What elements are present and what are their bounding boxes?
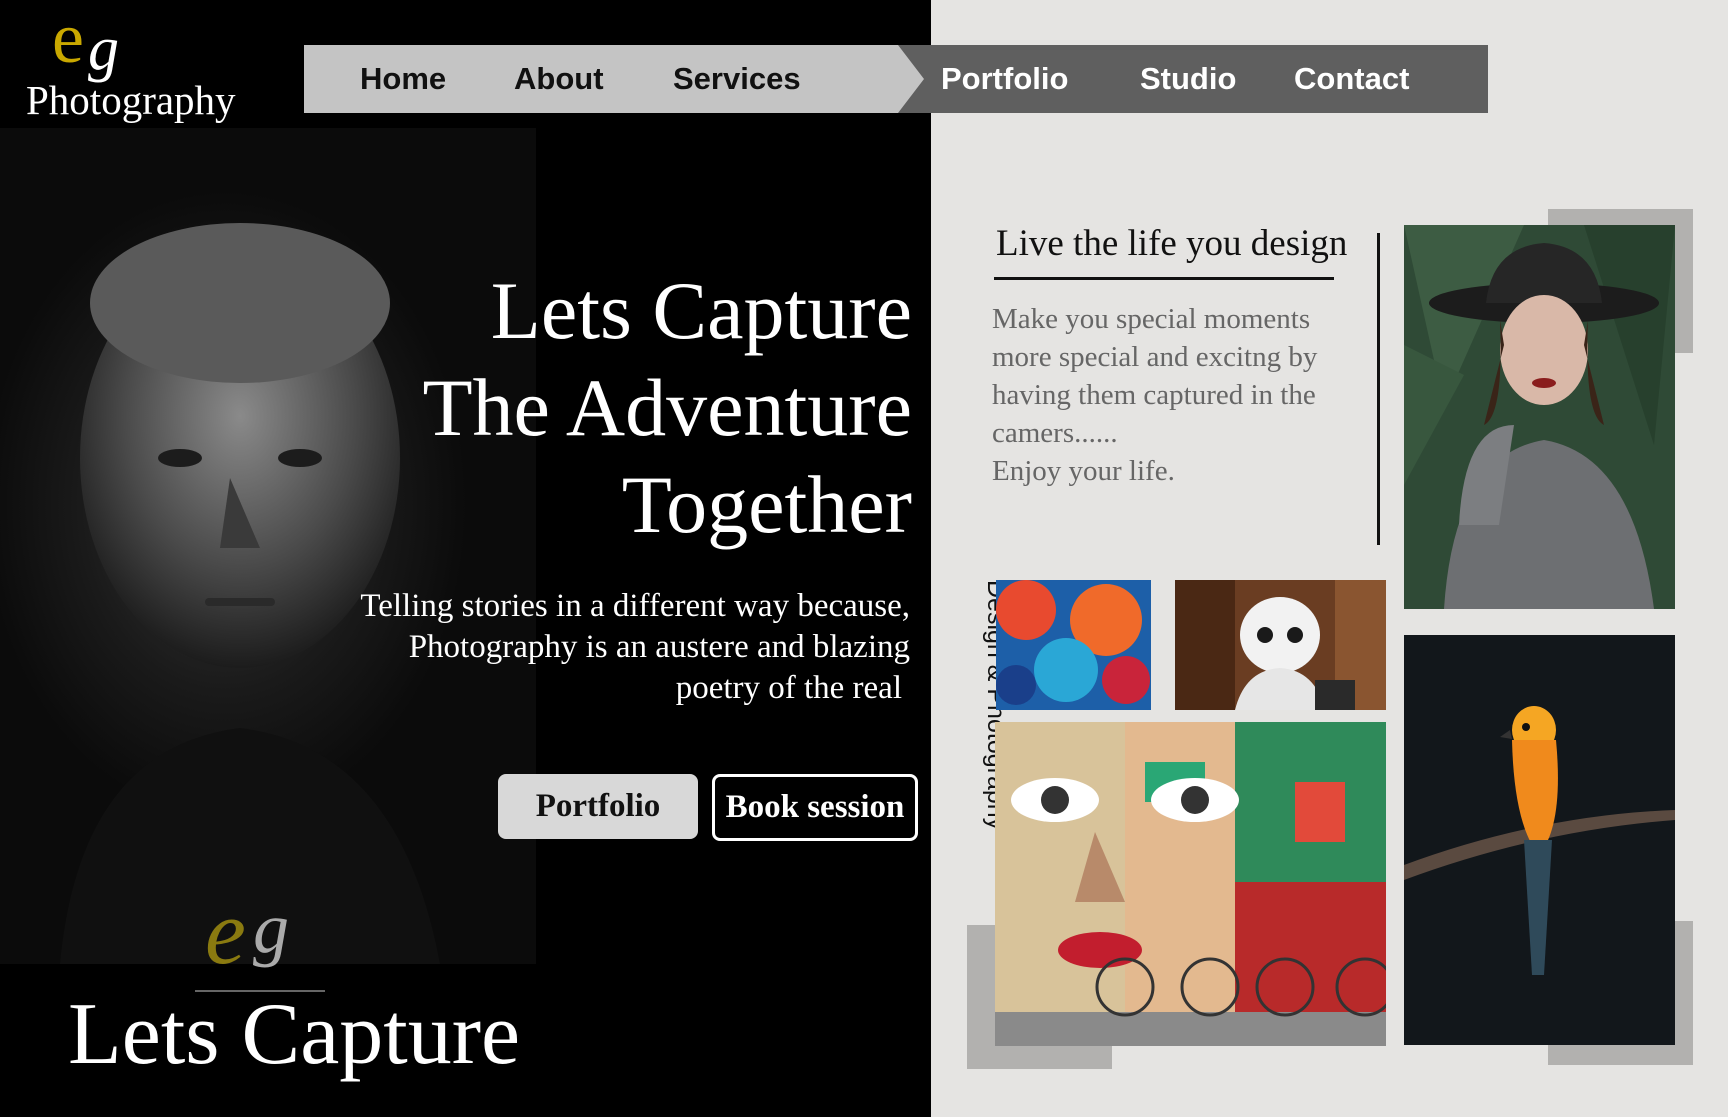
photo-woman-hat[interactable] — [1404, 225, 1675, 609]
subtext-line: Photography is an austere and blazing — [408, 629, 910, 665]
main-nav: Home About Services Portfolio Studio Con… — [304, 45, 1488, 113]
footer-title: Lets Capture — [68, 986, 521, 1083]
intro-line: Enjoy your life. — [992, 455, 1175, 487]
nav-studio[interactable]: Studio — [1140, 59, 1236, 99]
portfolio-button[interactable]: Portfolio — [498, 774, 698, 839]
headline-line: The Adventure — [422, 362, 912, 453]
tagline: Live the life you design — [996, 223, 1348, 264]
intro-line: Make you special moments — [992, 303, 1311, 335]
photo-colored-ink[interactable] — [996, 580, 1151, 710]
photo-robot[interactable] — [1175, 580, 1386, 710]
headline-line: Lets Capture — [490, 265, 912, 356]
photo-graffiti-mural[interactable] — [995, 722, 1386, 1046]
footer-logo: e g — [195, 886, 325, 992]
intro-line: having them captured in the — [992, 379, 1316, 411]
vertical-divider — [1377, 233, 1380, 545]
headline-line: Together — [621, 459, 912, 550]
nav-home[interactable]: Home — [360, 59, 446, 99]
hero-subtext: Telling stories in a different way becau… — [360, 586, 910, 709]
subtext-line: poetry of the real — [675, 670, 902, 706]
nav-services[interactable]: Services — [673, 59, 801, 99]
brand-name: Photography — [26, 77, 236, 123]
subtext-line: Telling stories in a different way becau… — [360, 588, 910, 624]
nav-portfolio[interactable]: Portfolio — [941, 59, 1068, 99]
photo-parrot[interactable] — [1404, 635, 1675, 1045]
logo-mark-e: e — [52, 0, 84, 78]
footer-mark-g: g — [253, 888, 289, 968]
intro-text: Make you special moments more special an… — [992, 300, 1342, 490]
footer-mark-e: e — [205, 881, 246, 983]
hero-headline: Lets Capture The Adventure Together — [352, 262, 912, 553]
intro-line: camers...... — [992, 417, 1118, 449]
logo-mark-g: g — [88, 15, 119, 83]
intro-line: more special and excitng by — [992, 341, 1318, 373]
book-session-button[interactable]: Book session — [712, 774, 918, 841]
nav-contact[interactable]: Contact — [1294, 59, 1409, 99]
nav-about[interactable]: About — [514, 59, 604, 99]
brand-logo[interactable]: e g Photography — [22, 2, 262, 130]
tagline-underline — [994, 277, 1334, 280]
